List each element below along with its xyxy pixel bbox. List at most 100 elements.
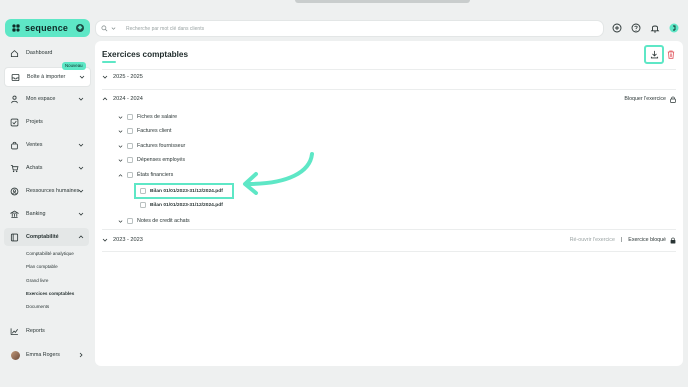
lock-year-action[interactable]: Bloquer l'exercice xyxy=(624,93,676,105)
lock-year-label: Bloquer l'exercice xyxy=(624,96,666,102)
people-icon xyxy=(10,187,19,195)
trash-icon[interactable] xyxy=(667,50,675,59)
sidebar-subitem-general-ledger[interactable]: Grand livre xyxy=(26,278,48,283)
brand-name: sequence xyxy=(25,23,69,33)
inbox-icon xyxy=(11,73,20,81)
folder-label: Factures fournisseur xyxy=(137,143,186,149)
checkbox-icon xyxy=(10,118,19,126)
chevron-down-icon xyxy=(79,75,85,79)
chevron-right-icon xyxy=(79,352,83,358)
file-row[interactable]: Bilan 01/01/2023-31/12/2024.pdf xyxy=(140,186,223,196)
folder-checkbox[interactable] xyxy=(127,128,133,134)
folder-payslips[interactable]: Fiches de salaire xyxy=(118,112,177,122)
year-label: 2025 - 2025 xyxy=(113,74,143,80)
page-title: Exercices comptables xyxy=(102,50,189,59)
file-checkbox[interactable] xyxy=(140,188,146,194)
download-button[interactable] xyxy=(644,45,664,64)
chevron-down-icon xyxy=(118,115,123,119)
user-menu[interactable]: Emma Rogers xyxy=(4,347,89,363)
sidebar-item-dashboard[interactable]: Dashboard xyxy=(4,44,89,62)
unlock-icon xyxy=(670,96,676,103)
annotation-arrow xyxy=(243,152,314,195)
lock-icon xyxy=(670,237,676,243)
search-input[interactable] xyxy=(126,25,566,32)
chevron-down-icon[interactable] xyxy=(111,26,116,31)
avatar xyxy=(11,350,20,360)
bank-icon xyxy=(10,210,19,218)
home-icon xyxy=(10,49,19,57)
folder-client-invoices[interactable]: Factures client xyxy=(118,126,171,136)
locked-status: Exercice bloqué xyxy=(628,237,666,243)
sidebar-subitem-documents[interactable]: Documents xyxy=(26,304,49,309)
folder-financial-statements[interactable]: États financiers xyxy=(118,170,173,180)
sequence-logo-icon xyxy=(12,24,20,32)
user-name: Emma Rogers xyxy=(26,352,60,358)
file-label: Bilan 01/01/2023-31/12/2024.pdf xyxy=(150,188,223,194)
brand-logo[interactable]: sequence ◆ xyxy=(5,19,90,37)
new-badge: Nouveau xyxy=(62,62,86,70)
file-label: Bilan 01/01/2023-31/12/2024.pdf xyxy=(150,202,223,208)
folder-checkbox[interactable] xyxy=(127,157,133,163)
sidebar-subitem-chart-of-accounts[interactable]: Plan comptable xyxy=(26,264,58,269)
chevron-down-icon xyxy=(78,189,84,193)
chevron-down-icon xyxy=(102,238,108,242)
main-panel: Exercices comptables 2025 - 2025 2024 - … xyxy=(95,41,683,366)
help-icon[interactable] xyxy=(631,23,641,33)
sidebar-subitem-analytics[interactable]: Comptabilité analytique xyxy=(26,251,74,256)
ledger-icon xyxy=(10,233,19,241)
folder-supplier-invoices[interactable]: Factures fournisseur xyxy=(118,141,185,151)
sidebar-item-label: Banking xyxy=(26,211,46,217)
chevron-down-icon xyxy=(102,75,108,79)
chevron-down-icon xyxy=(78,97,84,101)
separator: | xyxy=(620,237,623,243)
folder-checkbox[interactable] xyxy=(127,172,133,178)
year-label: 2024 - 2024 xyxy=(113,96,143,102)
folder-label: États financiers xyxy=(137,172,174,178)
sidebar-item-label: Mon espace xyxy=(26,96,56,102)
status-icon[interactable] xyxy=(669,23,679,33)
chevron-down-icon xyxy=(118,129,123,133)
divider xyxy=(102,251,676,252)
sidebar-item-label: Boîte à importer xyxy=(27,74,66,80)
bell-icon[interactable] xyxy=(650,23,660,33)
sidebar-item-sales[interactable]: Ventes xyxy=(4,136,89,154)
sidebar-item-banking[interactable]: Banking xyxy=(4,205,89,223)
folder-label: Factures client xyxy=(137,128,172,134)
sidebar-item-my-space[interactable]: Mon espace xyxy=(4,90,89,108)
person-icon xyxy=(11,95,18,103)
folder-checkbox[interactable] xyxy=(127,114,133,120)
sidebar-subitem-fiscal-years[interactable]: Exercices comptables xyxy=(26,291,74,296)
reopen-year-button[interactable]: Ré-ouvrir l'exercice xyxy=(570,237,615,243)
search-bar xyxy=(95,20,604,37)
cart-icon xyxy=(10,164,19,172)
year-row-2023[interactable]: 2023 - 2023 Ré-ouvrir l'exercice | Exerc… xyxy=(102,234,676,246)
year-row-2025[interactable]: 2025 - 2025 xyxy=(102,71,676,83)
file-checkbox[interactable] xyxy=(140,202,146,208)
folder-label: Notes de credit achats xyxy=(137,218,190,224)
folder-checkbox[interactable] xyxy=(127,218,133,224)
folder-employee-expenses[interactable]: Dépenses employés xyxy=(118,155,185,165)
add-icon[interactable] xyxy=(612,23,622,33)
bag-icon xyxy=(11,141,18,149)
sidebar-item-projects[interactable]: Projets xyxy=(4,113,89,131)
chevron-down-icon xyxy=(78,166,84,170)
search-icon[interactable] xyxy=(101,25,108,32)
sidebar-item-label: Comptabilité xyxy=(26,234,59,240)
sidebar-item-import-box[interactable]: Boîte à importer xyxy=(4,67,91,87)
folder-checkbox[interactable] xyxy=(127,143,133,149)
sidebar-item-label: Projets xyxy=(26,119,43,125)
sidebar-item-accounting[interactable]: Comptabilité xyxy=(4,228,89,246)
sidebar-item-hr[interactable]: Ressources humaines xyxy=(4,182,89,200)
sidebar-item-label: Ressources humaines xyxy=(26,188,80,194)
sidebar-item-reports[interactable]: Reports xyxy=(4,322,89,340)
file-row[interactable]: Bilan 01/01/2023-31/12/2024.pdf xyxy=(140,200,223,210)
year-row-2024[interactable]: 2024 - 2024 Bloquer l'exercice xyxy=(102,93,676,105)
chevron-down-icon xyxy=(78,212,84,216)
chevron-up-icon xyxy=(78,235,84,239)
sidebar: sequence ◆ Dashboard Boîte à importer No… xyxy=(0,0,93,387)
folder-purchase-credit-notes[interactable]: Notes de credit achats xyxy=(118,216,190,226)
folder-label: Dépenses employés xyxy=(137,157,185,163)
divider xyxy=(102,89,676,90)
sidebar-item-purchases[interactable]: Achats xyxy=(4,159,89,177)
chevron-down-icon xyxy=(118,219,123,223)
